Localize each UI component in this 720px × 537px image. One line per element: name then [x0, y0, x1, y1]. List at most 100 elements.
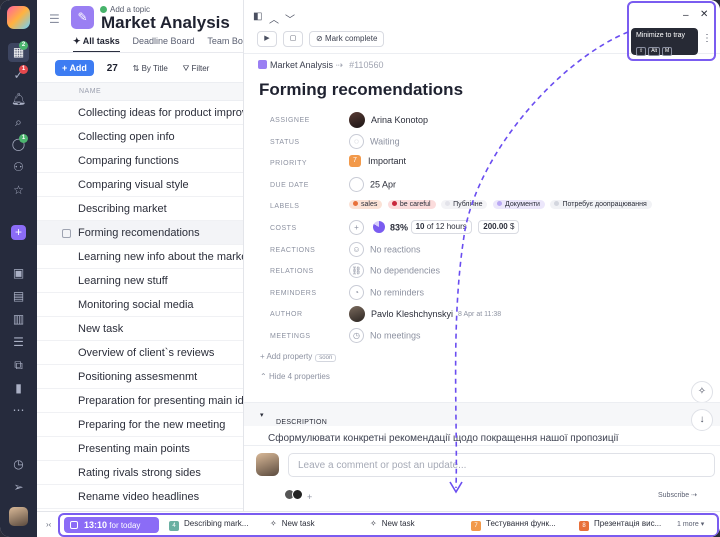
tasks-badge: 1 [19, 65, 28, 74]
prop-meetings: MEETINGS ◷ No meetings [270, 327, 710, 349]
mark-complete-button[interactable]: ⊘ Mark complete [309, 31, 385, 47]
user-avatar[interactable] [9, 507, 28, 526]
ai-sparkle-button[interactable]: ✧ [691, 381, 713, 403]
reactions-value[interactable]: ☺ No reactions [349, 241, 421, 260]
star-icon[interactable]: ☆ [11, 183, 26, 198]
table-row[interactable]: Learning new info about the market [37, 245, 243, 269]
table-icon[interactable]: ▤ [11, 289, 26, 304]
task-name: Rename video headlines [78, 491, 200, 503]
table-row[interactable]: Describing market [37, 197, 243, 221]
tab-all-tasks[interactable]: ✦ All tasks [73, 36, 120, 53]
tags-icon[interactable]: ⧉ [11, 358, 26, 373]
send-icon[interactable]: ➢ [11, 480, 26, 495]
meetings-value[interactable]: ◷ No meetings [349, 327, 421, 346]
description-header[interactable]: ▾ DESCRIPTION [244, 402, 720, 426]
hide-properties-button[interactable]: ⌃ Hide 4 properties [260, 372, 330, 381]
highlight-box [627, 1, 716, 61]
briefcase-icon[interactable]: ▣ [11, 266, 26, 281]
board-icon[interactable]: ▥ [11, 312, 26, 327]
app-sidebar: ▦ 2 ✓ 1 🔔︎ ⌕ ◯ 1 ⚇ ☆ + ▣ ▤ ▥ ☰ ⧉ ▮ ⋯ ◷ ➢ [0, 0, 37, 537]
comment-input[interactable]: Leave a comment or post an update... [288, 453, 715, 477]
sort-button[interactable]: ⇅ By Title [133, 64, 168, 73]
table-row[interactable]: Rename video headlines [37, 485, 243, 509]
link-icon: ⛓ [349, 263, 364, 279]
alarm-icon: ◷ [349, 327, 364, 343]
task-id[interactable]: #110560 [349, 60, 383, 70]
tab-deadline-board[interactable]: Deadline Board [133, 36, 195, 50]
scroll-down-button[interactable]: ↓ [691, 409, 713, 431]
status-value[interactable]: ◌ Waiting [349, 133, 400, 152]
chevron-down-icon[interactable]: ﹀ [285, 11, 295, 26]
table-row[interactable]: Forming recomendations [37, 221, 243, 245]
prop-costs: COSTS + 83% 10 of 12 hours 200.00 $ [270, 219, 710, 241]
label-pill[interactable]: be careful [387, 199, 436, 209]
author-value[interactable]: Pavlo Kleshchynskyi 8 Apr at 11:38 [349, 306, 501, 324]
create-plus-icon[interactable]: + [11, 225, 26, 240]
play-timer-button[interactable]: ▶ [257, 31, 277, 47]
relations-value[interactable]: ⛓ No dependencies [349, 263, 440, 281]
table-row[interactable]: Overview of client`s reviews [37, 341, 243, 365]
task-name: Describing market [78, 203, 167, 215]
comment-composer: Leave a comment or post an update... + S… [244, 445, 720, 511]
priority-value[interactable]: 7 Important [349, 155, 406, 173]
task-list-pane: ☰ ✎ Add a topic Market Analysis ✦ All ta… [37, 0, 243, 511]
table-row[interactable]: Comparing visual style [37, 173, 243, 197]
calendar-button[interactable]: ▢ [283, 31, 303, 47]
label-pill[interactable]: Потребує доопрацювання [550, 199, 652, 209]
add-cost-icon[interactable]: + [349, 219, 364, 235]
table-row[interactable]: Presenting main points [37, 437, 243, 461]
labels-value[interactable]: sales be careful Публічне Документи Потр… [349, 198, 655, 216]
task-name: Rating rivals strong sides [78, 467, 201, 479]
prop-due-date: DUE DATE 25 Apr [270, 176, 710, 198]
clock-icon[interactable]: ◷ [11, 457, 26, 472]
collapse-icon[interactable]: ›‹ [46, 520, 51, 529]
table-row[interactable]: Preparing for the new meeting [37, 413, 243, 437]
label-pill[interactable]: sales [349, 199, 383, 209]
task-title[interactable]: Forming recomendations [259, 80, 463, 100]
costs-value[interactable]: + 83% 10 of 12 hours 200.00 $ [349, 219, 520, 238]
reminders-value[interactable]: ◔ No reminders [349, 284, 424, 303]
table-row[interactable]: Comparing functions [37, 149, 243, 173]
task-name: Collecting open info [78, 131, 175, 143]
column-name: NAME [79, 88, 102, 95]
breadcrumb-project[interactable]: Market Analysis [270, 60, 333, 70]
chart-icon[interactable]: ▮ [11, 381, 26, 396]
app-logo[interactable] [7, 6, 30, 29]
filter-list-icon[interactable]: ☰ [11, 335, 26, 350]
list-toolbar: + Add 27 ⇅ By Title ⛛ Filter [55, 60, 221, 76]
table-row[interactable]: Monitoring social media [37, 293, 243, 317]
label-pill[interactable]: Публічне [441, 199, 488, 209]
filter-button[interactable]: ⛛ Filter [183, 64, 210, 74]
table-row[interactable]: Collecting ideas for product improv [37, 101, 243, 125]
task-name: Learning new stuff [78, 275, 168, 287]
prop-labels: LABELS sales be careful Публічне Докумен… [270, 197, 710, 219]
project-breadcrumb-icon [258, 60, 267, 69]
row-checkbox[interactable] [62, 229, 71, 238]
hours-box[interactable]: 10 of 12 hours [410, 220, 472, 235]
due-date-value[interactable]: 25 Apr [349, 176, 396, 195]
label-pill[interactable]: Документи [493, 199, 545, 209]
more-icon[interactable]: ⋯ [11, 403, 26, 418]
subscribers[interactable]: + [284, 489, 312, 503]
chevron-up-icon[interactable]: ︿ [269, 11, 279, 26]
split-view-icon[interactable]: ◧ [253, 11, 262, 22]
menu-icon[interactable]: ☰ [49, 12, 60, 26]
table-row[interactable]: New task [37, 317, 243, 341]
people-icon[interactable]: ⚇ [11, 160, 26, 175]
search-icon[interactable]: ⌕ [11, 115, 26, 130]
table-row[interactable]: Preparation for presenting main ide [37, 389, 243, 413]
tab-team-board[interactable]: Team Board [207, 36, 243, 50]
bell-icon[interactable]: 🔔︎ [11, 92, 26, 107]
subscribe-button[interactable]: Subscribe ⇢ [658, 491, 697, 499]
assignee-value[interactable]: Arina Konotop [349, 112, 428, 130]
project-icon[interactable]: ✎ [71, 6, 94, 29]
table-row[interactable]: Collecting open info [37, 125, 243, 149]
description-text[interactable]: Сформулювати конкретні рекомендації щодо… [268, 433, 619, 444]
prop-status: STATUS ◌ Waiting [270, 133, 710, 155]
add-task-button[interactable]: + Add [55, 60, 94, 76]
table-row[interactable]: Positioning assesmenmt [37, 365, 243, 389]
money-box[interactable]: 200.00 $ [478, 220, 520, 235]
add-property-button[interactable]: + Add property soon [260, 352, 337, 362]
table-row[interactable]: Learning new stuff [37, 269, 243, 293]
table-row[interactable]: Rating rivals strong sides [37, 461, 243, 485]
